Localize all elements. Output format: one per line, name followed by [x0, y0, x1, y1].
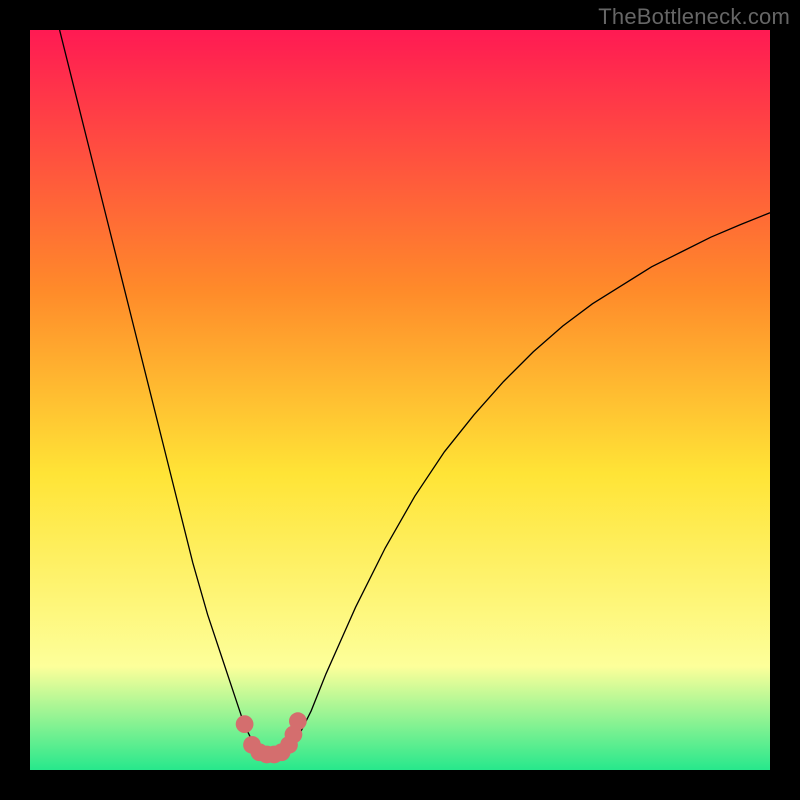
gradient-background [30, 30, 770, 770]
curve-marker [289, 712, 307, 730]
curve-marker [236, 715, 254, 733]
watermark-text: TheBottleneck.com [598, 4, 790, 30]
chart-frame: TheBottleneck.com [0, 0, 800, 800]
bottleneck-chart [30, 30, 770, 770]
